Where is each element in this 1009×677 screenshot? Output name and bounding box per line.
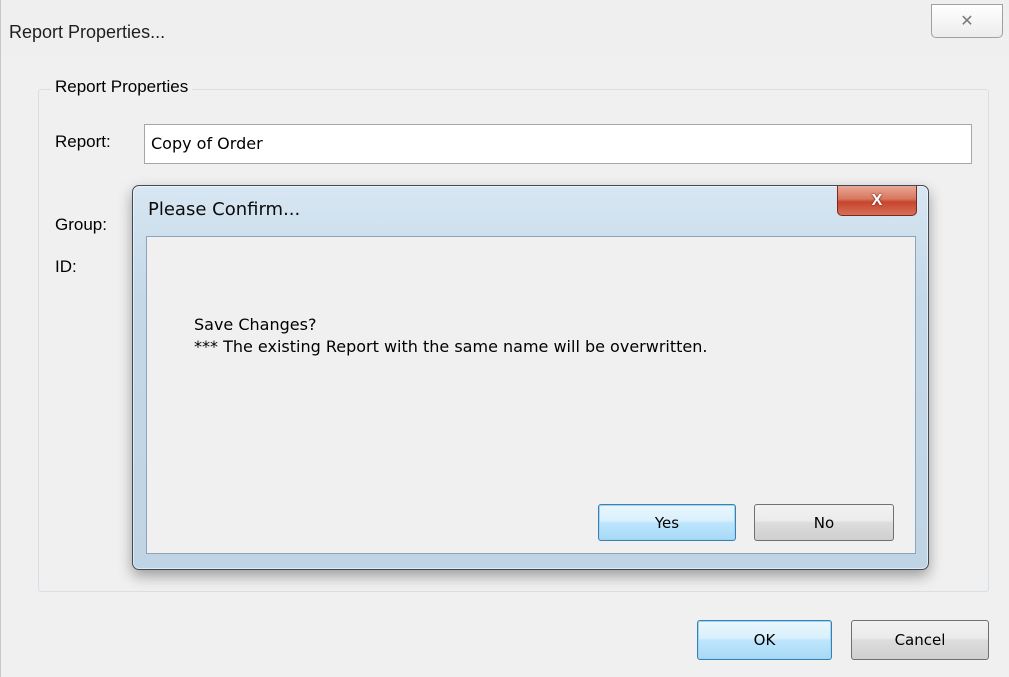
confirm-message-detail: *** The existing Report with the same na…: [194, 337, 708, 356]
cancel-button[interactable]: Cancel: [851, 620, 989, 660]
confirm-dialog: Please Confirm... X Save Changes? *** Th…: [132, 185, 929, 570]
no-button-label: No: [813, 513, 835, 532]
report-label: Report:: [55, 132, 111, 151]
yes-button[interactable]: Yes: [598, 504, 736, 541]
window-title: Report Properties...: [9, 22, 166, 42]
confirm-dialog-title: Please Confirm...: [148, 199, 301, 220]
title-bar: Report Properties... ✕: [1, 0, 1009, 56]
close-icon: ✕: [960, 13, 974, 30]
group-label: Group:: [55, 215, 107, 234]
ok-button[interactable]: OK: [697, 620, 832, 660]
yes-button-label: Yes: [654, 513, 680, 532]
confirm-close-button[interactable]: X: [837, 186, 917, 216]
confirm-dialog-body: Save Changes? *** The existing Report wi…: [146, 236, 916, 554]
cancel-button-label: Cancel: [894, 631, 946, 649]
ok-button-label: OK: [753, 631, 776, 649]
group-legend: Report Properties: [51, 77, 193, 97]
report-name-input[interactable]: Copy of Order: [144, 124, 972, 164]
report-properties-dialog: Report Properties... ✕ Report Properties…: [0, 0, 1009, 677]
no-button[interactable]: No: [754, 504, 894, 541]
confirm-message-title: Save Changes?: [194, 315, 317, 334]
id-label: ID:: [55, 257, 77, 276]
close-icon: X: [871, 191, 883, 209]
close-button[interactable]: ✕: [931, 4, 1003, 38]
